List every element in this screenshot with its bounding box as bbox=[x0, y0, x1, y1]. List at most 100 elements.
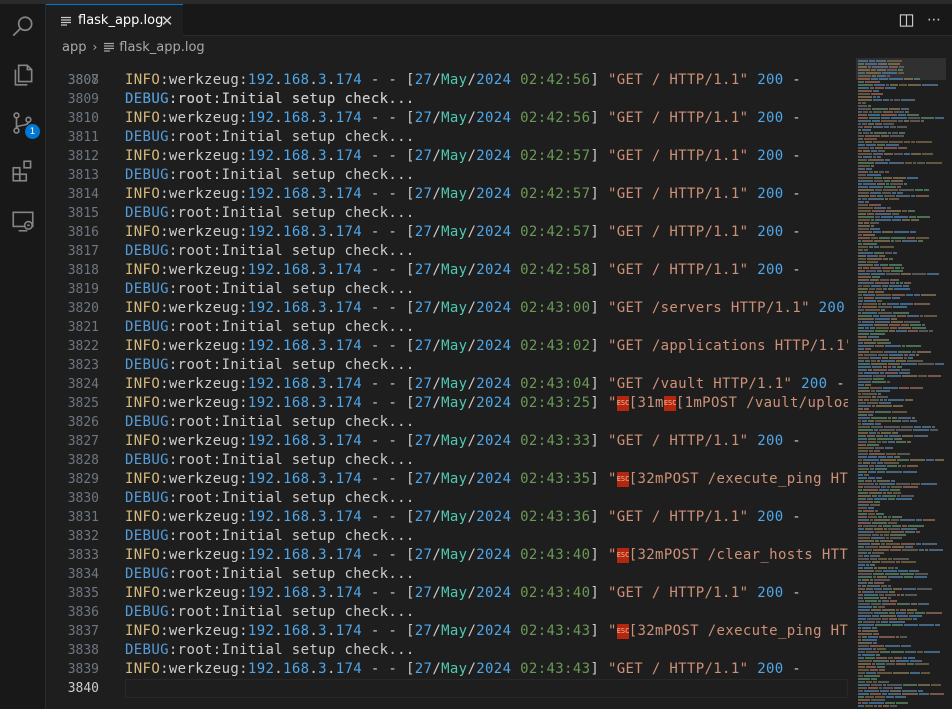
minimap-line bbox=[910, 387, 923, 389]
source-control-icon[interactable]: 1 bbox=[8, 108, 40, 139]
explorer-icon[interactable] bbox=[8, 60, 38, 90]
minimap-line bbox=[875, 423, 881, 425]
minimap-line bbox=[932, 426, 935, 428]
minimap-line bbox=[884, 528, 887, 530]
minimap-line bbox=[871, 390, 875, 392]
minimap-line bbox=[897, 192, 903, 194]
minimap-line bbox=[893, 177, 906, 179]
minimap-line bbox=[899, 84, 907, 86]
minimap-line bbox=[898, 417, 911, 419]
minimap-line bbox=[858, 477, 867, 479]
minimap-line bbox=[909, 615, 922, 617]
code-line: 3823 DEBUG:root:Initial setup check... bbox=[46, 356, 848, 375]
minimap-line bbox=[872, 522, 887, 524]
minimap-line bbox=[873, 660, 889, 662]
minimap-line bbox=[858, 279, 869, 281]
minimap-line bbox=[878, 393, 881, 395]
minimap-line bbox=[898, 570, 908, 572]
minimap-line bbox=[901, 528, 917, 530]
source-control-badge: 1 bbox=[25, 124, 40, 139]
minimap-line bbox=[858, 327, 864, 329]
code-line: 3834 DEBUG:root:Initial setup check... bbox=[46, 565, 848, 584]
tab-flask-app-log[interactable]: flask_app.log ✕ bbox=[46, 4, 183, 36]
code-line: 3809 DEBUG:root:Initial setup check... bbox=[46, 90, 848, 109]
minimap-line bbox=[858, 438, 867, 440]
minimap-line bbox=[858, 177, 873, 179]
minimap-line bbox=[882, 600, 889, 602]
minimap-line bbox=[885, 372, 898, 374]
extensions-icon[interactable] bbox=[8, 156, 38, 186]
minimap-line bbox=[884, 186, 896, 188]
minimap-line bbox=[879, 171, 884, 173]
minimap-line bbox=[858, 552, 867, 554]
minimap-line bbox=[873, 339, 889, 341]
minimap-line bbox=[858, 174, 866, 176]
remote-explorer-icon[interactable] bbox=[8, 206, 38, 236]
minimap-line bbox=[858, 408, 863, 410]
close-icon[interactable]: ✕ bbox=[159, 12, 175, 30]
minimap-line bbox=[902, 690, 917, 692]
minimap-line bbox=[880, 534, 883, 536]
minimap-line bbox=[885, 87, 896, 89]
minimap-line bbox=[896, 360, 906, 362]
minimap-line bbox=[870, 693, 881, 695]
minimap-line bbox=[858, 234, 862, 236]
breadcrumb-folder[interactable]: app bbox=[62, 40, 86, 55]
minimap-line bbox=[870, 351, 883, 353]
minimap-line bbox=[889, 591, 895, 593]
minimap-line bbox=[858, 420, 861, 422]
minimap-line bbox=[858, 624, 874, 626]
minimap-line bbox=[869, 117, 880, 119]
minimap-line bbox=[872, 615, 879, 617]
minimap[interactable] bbox=[856, 58, 946, 709]
minimap-line bbox=[858, 471, 867, 473]
search-icon[interactable] bbox=[8, 12, 38, 42]
minimap-line bbox=[875, 87, 884, 89]
minimap-line bbox=[858, 684, 870, 686]
minimap-line bbox=[869, 204, 881, 206]
minimap-line bbox=[858, 273, 870, 275]
minimap-line bbox=[865, 63, 877, 65]
minimap-line bbox=[893, 672, 909, 674]
minimap-line bbox=[858, 429, 873, 431]
minimap-line bbox=[879, 402, 891, 404]
minimap-line bbox=[891, 237, 906, 239]
minimap-line bbox=[905, 546, 913, 548]
minimap-line bbox=[907, 465, 918, 467]
minimap-line bbox=[858, 399, 863, 401]
minimap-line bbox=[858, 60, 868, 62]
minimap-line bbox=[858, 642, 872, 644]
minimap-line bbox=[892, 417, 897, 419]
minimap-line bbox=[874, 240, 890, 242]
minimap-line bbox=[876, 405, 892, 407]
split-editor-icon[interactable] bbox=[896, 10, 916, 30]
minimap-line bbox=[872, 366, 882, 368]
code-editor[interactable]: 3807 DEBUG:root:Initial setup check... 3… bbox=[46, 58, 848, 709]
minimap-line bbox=[858, 270, 865, 272]
minimap-line bbox=[870, 669, 878, 671]
minimap-line bbox=[871, 678, 877, 680]
minimap-line bbox=[912, 417, 915, 419]
minimap-line bbox=[900, 303, 913, 305]
line-text: INFO:werkzeug:192.168.3.174 - - [27/May/… bbox=[125, 661, 802, 677]
text-file-icon bbox=[60, 15, 72, 27]
minimap-line bbox=[921, 672, 930, 674]
minimap-line bbox=[870, 555, 880, 557]
minimap-line bbox=[863, 285, 870, 287]
minimap-line bbox=[918, 684, 930, 686]
more-actions-icon[interactable]: ⋯ bbox=[924, 10, 944, 30]
minimap-line bbox=[883, 684, 886, 686]
minimap-line bbox=[929, 330, 933, 332]
minimap-line bbox=[903, 588, 916, 590]
minimap-line bbox=[867, 435, 875, 437]
minimap-line bbox=[884, 435, 888, 437]
minimap-line bbox=[885, 594, 896, 596]
minimap-line bbox=[883, 177, 892, 179]
breadcrumb-file[interactable]: flask_app.log bbox=[119, 40, 204, 55]
minimap-line bbox=[858, 249, 863, 251]
minimap-line bbox=[903, 285, 909, 287]
minimap-line bbox=[868, 105, 871, 107]
minimap-line bbox=[858, 183, 862, 185]
minimap-line bbox=[858, 507, 867, 509]
minimap-line bbox=[899, 189, 914, 191]
